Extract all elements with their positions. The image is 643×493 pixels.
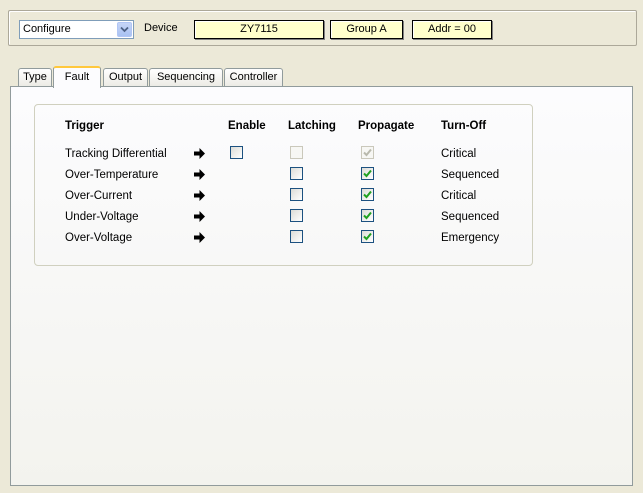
latching-checkbox[interactable]	[290, 230, 303, 243]
fault-settings-group: Trigger Enable Latching Propagate Turn-O…	[34, 104, 533, 266]
turn-off-value: Sequenced	[441, 211, 500, 223]
propagate-checkbox[interactable]	[361, 230, 374, 243]
fault-row: Tracking Differential Critical	[35, 145, 532, 166]
trigger-label: Over-Current	[65, 190, 133, 202]
fault-row: Over-Voltage Emergency	[35, 229, 532, 250]
header-propagate: Propagate	[358, 120, 415, 132]
checkmark-icon	[363, 190, 372, 199]
device-id-box: ZY7115	[194, 20, 324, 39]
mode-select-value: Configure	[23, 23, 71, 35]
tab-fault[interactable]: Fault	[53, 66, 101, 88]
tab-type[interactable]: Type	[18, 68, 52, 86]
enable-checkbox[interactable]	[230, 146, 243, 159]
fault-row: Over-Temperature Sequenced	[35, 166, 532, 187]
dropdown-button[interactable]	[117, 22, 132, 37]
checkmark-icon	[363, 232, 372, 241]
turn-off-value: Sequenced	[441, 169, 500, 181]
device-toolbar: Configure Device ZY7115 Group A Addr = 0…	[8, 10, 637, 46]
right-arrow-icon	[194, 169, 205, 180]
checkmark-icon	[363, 148, 372, 157]
propagate-checkbox[interactable]	[361, 188, 374, 201]
trigger-label: Over-Temperature	[65, 169, 159, 181]
mode-select[interactable]: Configure	[19, 20, 134, 39]
latching-checkbox[interactable]	[290, 209, 303, 222]
group-box: Group A	[330, 20, 403, 39]
latching-checkbox[interactable]	[290, 167, 303, 180]
turn-off-value: Emergency	[441, 232, 500, 244]
header-enable: Enable	[228, 120, 266, 132]
propagate-checkbox	[361, 146, 374, 159]
propagate-checkbox[interactable]	[361, 167, 374, 180]
right-arrow-icon	[194, 148, 205, 159]
tab-output[interactable]: Output	[103, 68, 148, 86]
fault-row: Over-Current Critical	[35, 187, 532, 208]
right-arrow-icon	[194, 211, 205, 222]
tab-controller[interactable]: Controller	[224, 68, 283, 86]
trigger-label: Under-Voltage	[65, 211, 139, 223]
fault-tab-panel: Trigger Enable Latching Propagate Turn-O…	[10, 86, 633, 486]
turn-off-value: Critical	[441, 190, 477, 202]
address-box: Addr = 00	[412, 20, 492, 39]
trigger-label: Tracking Differential	[65, 148, 167, 160]
app-window: Configure Device ZY7115 Group A Addr = 0…	[0, 0, 643, 493]
right-arrow-icon	[194, 232, 205, 243]
checkmark-icon	[363, 211, 372, 220]
header-trigger: Trigger	[65, 120, 104, 132]
right-arrow-icon	[194, 190, 205, 201]
chevron-down-icon	[120, 26, 129, 33]
trigger-label: Over-Voltage	[65, 232, 133, 244]
propagate-checkbox[interactable]	[361, 209, 374, 222]
header-latching: Latching	[288, 120, 336, 132]
fault-row: Under-Voltage Sequenced	[35, 208, 532, 229]
device-label: Device	[144, 22, 178, 34]
header-turn-off: Turn-Off	[441, 120, 487, 132]
turn-off-value: Critical	[441, 148, 477, 160]
tab-sequencing[interactable]: Sequencing	[149, 68, 223, 86]
checkmark-icon	[363, 169, 372, 178]
latching-checkbox[interactable]	[290, 188, 303, 201]
latching-checkbox	[290, 146, 303, 159]
